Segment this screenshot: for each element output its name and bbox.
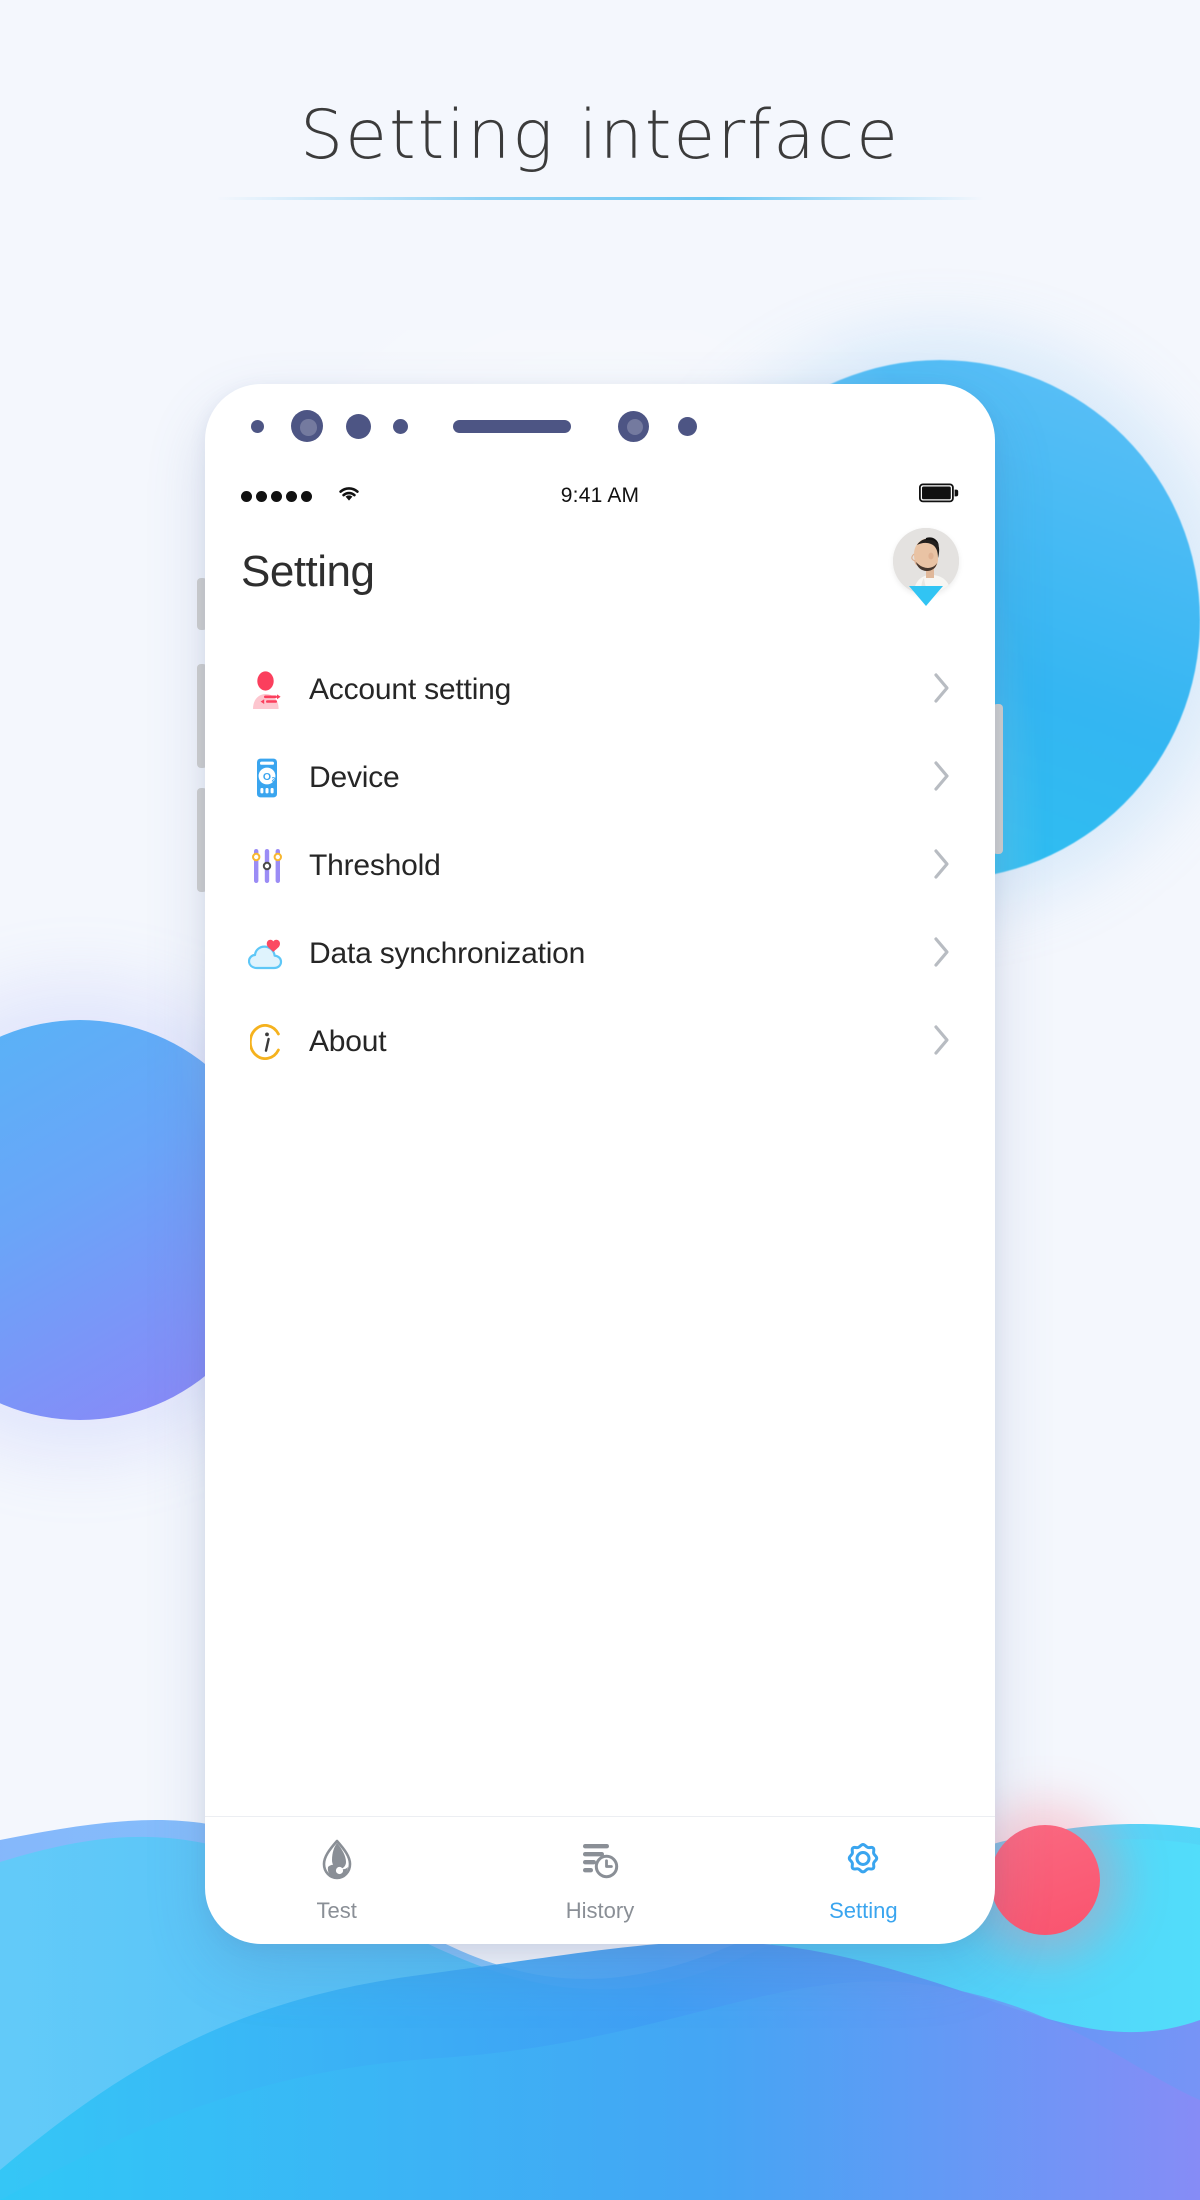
avatar[interactable] — [893, 528, 959, 594]
caret-down-icon[interactable] — [909, 586, 943, 606]
sensor-dot-small-1 — [251, 419, 264, 433]
front-camera-icon — [291, 410, 323, 442]
chevron-right-icon — [933, 1024, 959, 1061]
tab-test[interactable]: Test — [205, 1837, 468, 1924]
app-header: Setting — [205, 524, 995, 620]
pink-circle-decoration — [990, 1825, 1100, 1935]
chevron-right-icon — [933, 760, 959, 797]
oximeter-device-icon: O 2 — [241, 758, 293, 798]
svg-text:O: O — [263, 771, 271, 783]
heading-underline — [216, 197, 984, 200]
menu-item-label: Data synchronization — [309, 937, 586, 970]
svg-text:2: 2 — [272, 776, 276, 783]
menu-item-label: About — [309, 1025, 387, 1058]
menu-item-account-setting[interactable]: Account setting — [205, 646, 995, 734]
menu-item-device[interactable]: O 2 Device — [205, 734, 995, 822]
status-bar: 9:41 AM — [205, 468, 995, 524]
list-clock-icon — [577, 1837, 623, 1888]
page-heading-block: Setting interface — [0, 96, 1200, 200]
phone-mockup: 9:41 AM Setting Account setting O 2 Devi… — [197, 384, 1003, 1944]
tab-label: Setting — [829, 1898, 898, 1923]
battery-full-icon — [919, 483, 959, 509]
tab-label: Test — [316, 1898, 357, 1923]
menu-item-about[interactable]: About — [205, 998, 995, 1086]
tab-setting[interactable]: Setting — [732, 1837, 995, 1924]
gear-icon — [840, 1837, 886, 1888]
sliders-icon — [241, 848, 293, 884]
cloud-heart-icon — [241, 937, 293, 971]
screen-title: Setting — [241, 547, 375, 596]
menu-item-label: Device — [309, 761, 400, 794]
phone-screen: 9:41 AM Setting Account setting O 2 Devi… — [205, 384, 995, 1944]
phone-notch — [205, 384, 995, 468]
info-circle-icon — [241, 1024, 293, 1060]
menu-item-label: Account setting — [309, 673, 512, 706]
bottom-tab-bar: Test History Setting — [205, 1816, 995, 1944]
blood-drop-icon — [315, 1837, 359, 1888]
chevron-right-icon — [933, 936, 959, 973]
chevron-right-icon — [933, 672, 959, 709]
sensor-dot-medium — [346, 413, 371, 439]
user-avatar-illustration — [893, 528, 959, 594]
chevron-right-icon — [933, 848, 959, 885]
proximity-sensor-icon — [618, 410, 649, 442]
tab-label: History — [565, 1898, 635, 1923]
settings-menu-list: Account setting O 2 Device Threshold Dat… — [205, 620, 995, 1816]
menu-item-data-synchronization[interactable]: Data synchronization — [205, 910, 995, 998]
tab-history[interactable]: History — [468, 1837, 731, 1924]
page-title-heading: Setting interface — [299, 96, 900, 175]
account-person-icon — [241, 671, 293, 709]
earpiece-speaker — [453, 419, 571, 433]
menu-item-label: Threshold — [309, 849, 441, 882]
status-bar-time: 9:41 AM — [560, 484, 640, 507]
menu-item-threshold[interactable]: Threshold — [205, 822, 995, 910]
sensor-dot-small-2 — [393, 418, 408, 434]
avatar-button[interactable] — [893, 528, 959, 606]
sensor-dot-small-3 — [678, 416, 697, 436]
wifi-icon — [336, 483, 362, 509]
signal-strength-icon — [241, 490, 312, 502]
